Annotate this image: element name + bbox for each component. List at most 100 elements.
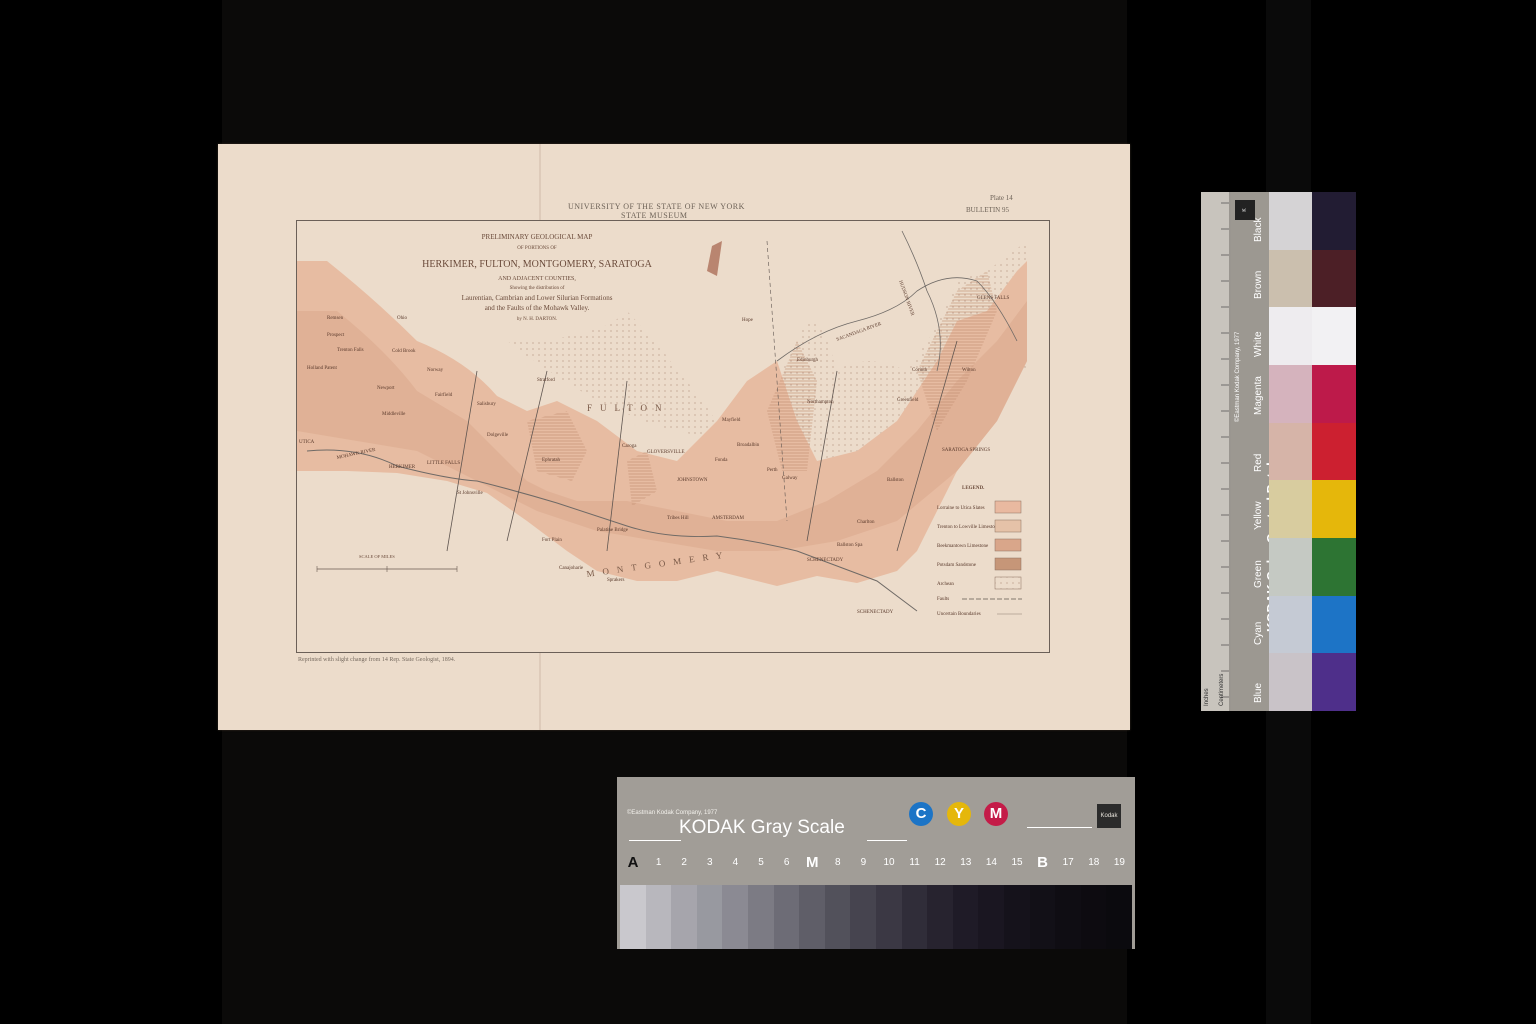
color-patch-light-magenta — [1269, 365, 1313, 423]
place-perth: Perth — [767, 468, 778, 473]
gray-step-label: 17 — [1062, 857, 1074, 868]
gray-swatch — [901, 885, 928, 949]
color-patch-light-white — [1269, 307, 1313, 365]
place-tribes-hill: Tribes Hill — [667, 516, 689, 521]
gray-swatch — [850, 885, 877, 949]
color-patch-strong-black — [1312, 192, 1356, 250]
gray-swatch — [1080, 885, 1107, 949]
patch-name-brown: Brown — [1253, 270, 1264, 300]
gray-step-label: 11 — [909, 857, 920, 868]
place-prospect: Prospect — [327, 333, 345, 338]
map-title-showing: Showing the distribution of — [510, 286, 565, 291]
bulletin-number: BULLETIN 95 — [966, 206, 1009, 214]
legend-faults-label: Faults — [937, 597, 949, 602]
place-holland-patent: Holland Patent — [307, 366, 337, 371]
place-northampton: Northampton — [807, 400, 834, 405]
plate-number: Plate 14 — [990, 194, 1013, 202]
legend-item-label: Trenton to Lowville Limestones — [937, 525, 1001, 530]
gray-swatch — [696, 885, 723, 949]
place-caroga: Caroga — [622, 444, 637, 449]
legend-item-label: Archean — [937, 582, 954, 587]
place-newport: Newport — [377, 386, 395, 391]
gray-scale-step-labels: A 1 2 3 4 5 6 M 8 9 10 11 12 13 14 15 B 17 18 19 — [617, 854, 1135, 873]
legend-item-label: Potsdam Sandstone — [937, 563, 977, 568]
yellow-dot-icon: Y — [947, 802, 971, 826]
gray-step-label: 2 — [681, 857, 687, 868]
inches-label: Inches — [1204, 688, 1210, 706]
centimeters-label: Centimeters — [1219, 673, 1225, 706]
header-university: UNIVERSITY OF THE STATE OF NEW YORK — [568, 202, 745, 211]
color-patch-strong-cyan — [1312, 595, 1356, 654]
place-salisbury: Salisbury — [477, 402, 496, 407]
place-little-falls: LITTLE FALLS — [427, 461, 460, 466]
place-cold-brook: Cold Brook — [392, 349, 416, 354]
gray-step-label: 10 — [883, 857, 895, 868]
light-patch-column — [1269, 192, 1313, 711]
place-st-johnsville: St Johnsville — [457, 491, 483, 496]
place-middleville: Middleville — [382, 412, 406, 417]
legend-item-swatch — [994, 557, 1022, 571]
legend-uncertain-label: Uncertain Boundaries — [937, 612, 981, 617]
place-charlton: Charlton — [857, 520, 875, 525]
place-glens-falls: GLENS FALLS — [977, 296, 1009, 301]
color-patch-strong-magenta — [1312, 365, 1356, 423]
ruler-ticks — [1221, 202, 1229, 698]
gray-scale-copyright: ©Eastman Kodak Company, 1977 — [627, 810, 718, 816]
scale-label: SCALE OF MILES — [359, 554, 395, 559]
patch-label-band: KODAK Color Control Patches ©Eastman Kod… — [1231, 192, 1279, 711]
gray-scale-title: KODAK Gray Scale — [679, 817, 845, 838]
map-title-adjacent: AND ADJACENT COUNTIES, — [498, 276, 576, 282]
gray-step-label: 12 — [934, 857, 946, 868]
gray-step-label: 4 — [732, 857, 739, 868]
legend-item-label: Beekmantown Limestone — [937, 544, 989, 549]
gray-step-label: 15 — [1011, 857, 1023, 868]
gray-step-label: 18 — [1088, 857, 1100, 868]
color-patch-light-yellow — [1269, 480, 1313, 538]
patch-name-blue: Blue — [1253, 682, 1264, 703]
place-greenfield: Greenfield — [897, 398, 919, 403]
gray-step-label: 3 — [707, 857, 713, 868]
gray-swatch — [824, 885, 851, 949]
place-broadalbin: Broadalbin — [737, 443, 760, 448]
gray-step-label: 8 — [835, 857, 841, 868]
gray-swatch — [927, 885, 954, 949]
patch-name-red: Red — [1253, 453, 1264, 473]
title-rule-right — [1027, 827, 1092, 828]
color-patch-strong-yellow — [1312, 480, 1356, 538]
strong-patch-column — [1312, 192, 1356, 711]
place-mayfield: Mayfield — [722, 418, 741, 423]
place-corinth: Corinth — [912, 368, 928, 373]
map-title-formations: Laurentian, Cambrian and Lower Silurian … — [462, 294, 613, 302]
gray-scale-card: ©Eastman Kodak Company, 1977 KODAK Gray … — [617, 777, 1135, 949]
place-ohio: Ohio — [397, 316, 408, 321]
place-johnstown: JOHNSTOWN — [677, 478, 708, 483]
gray-step-label: M — [805, 854, 819, 871]
place-trenton-falls: Trenton Falls — [337, 348, 364, 353]
color-patch-light-cyan — [1269, 595, 1313, 654]
color-patches-copyright: ©Eastman Kodak Company, 1977 — [1235, 331, 1241, 422]
gray-swatch — [773, 885, 800, 949]
cyan-dot-icon: C — [909, 802, 933, 826]
place-gloversville: GLOVERSVILLE — [647, 450, 685, 455]
gray-swatch — [978, 885, 1005, 949]
place-amsterdam: AMSTERDAM — [712, 516, 745, 521]
geological-map: PRELIMINARY GEOLOGICAL MAP OF PORTIONS O… — [297, 221, 1049, 652]
gray-swatch — [876, 885, 903, 949]
legend-item-swatch — [994, 538, 1022, 552]
patch-name-black: Black — [1253, 217, 1264, 242]
title-rule-middle — [867, 840, 907, 841]
color-patch-strong-white — [1312, 307, 1356, 365]
ruler: Inches Centimeters — [1201, 192, 1229, 711]
patch-name-yellow: Yellow — [1253, 501, 1264, 530]
color-patch-light-brown — [1269, 249, 1313, 308]
color-patch-strong-green — [1312, 538, 1356, 596]
color-patch-strong-red — [1312, 422, 1356, 481]
title-rule-left — [629, 840, 681, 841]
place-stratford: Stratford — [537, 378, 555, 383]
map-title-main: HERKIMER, FULTON, MONTGOMERY, SARATOGA — [422, 259, 652, 270]
gray-swatch — [645, 885, 672, 949]
place-ballston-spa: Ballston Spa — [837, 543, 863, 548]
reprint-note: Reprinted with slight change from 14 Rep… — [298, 657, 456, 663]
legend-item-label: Lorraine to Utica Slates — [937, 506, 985, 511]
gray-swatch — [671, 885, 698, 949]
